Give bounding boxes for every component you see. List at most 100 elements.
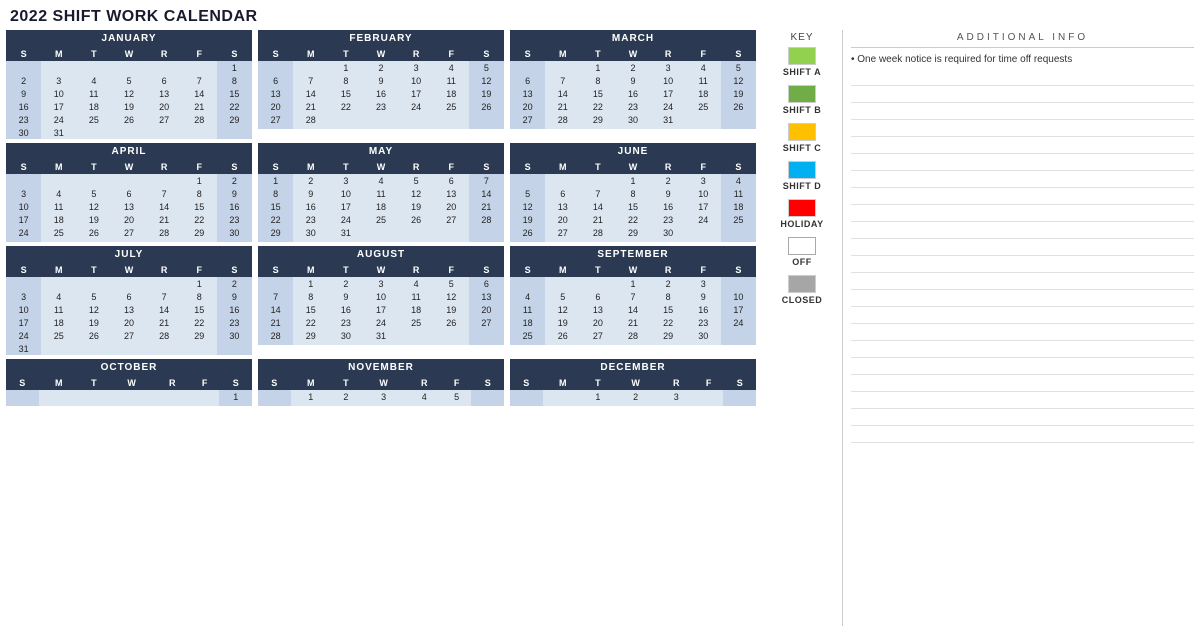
month-table-june: SMTWRFS123456789101112131415161718192021…: [510, 160, 756, 242]
table-row: 18192021222324: [510, 316, 756, 329]
table-row: 15161718192021: [258, 200, 504, 213]
month-table-october: SMTWRFS1: [6, 376, 252, 406]
month-table-december: SMTWRFS123: [510, 376, 756, 406]
table-row: 10111213141516: [6, 303, 252, 316]
month-block-september: SEPTEMBERSMTWRFS123456789101112131415161…: [510, 246, 756, 355]
table-row: 1234567: [258, 174, 504, 187]
info-line: [851, 375, 1194, 392]
key-color-box: [788, 199, 816, 217]
info-line: [851, 137, 1194, 154]
table-row: 14151617181920: [258, 303, 504, 316]
key-title: KEY: [790, 32, 813, 43]
additional-info-title: ADDITIONAL INFO: [851, 32, 1194, 48]
key-item-shift-c: SHIFT C: [783, 123, 822, 153]
key-item-label: SHIFT D: [783, 181, 822, 191]
key-item-label: HOLIDAY: [780, 219, 823, 229]
month-block-october: OCTOBERSMTWRFS1: [6, 359, 252, 406]
table-row: 17181920212223: [6, 213, 252, 226]
info-line: [851, 86, 1194, 103]
table-row: [510, 342, 756, 345]
table-row: 123456: [258, 277, 504, 290]
table-row: 3031: [6, 126, 252, 139]
table-row: 2728: [258, 113, 504, 126]
additional-info-note: • One week notice is required for time o…: [851, 52, 1194, 67]
table-row: 2345678: [6, 74, 252, 87]
table-row: 12345: [258, 390, 504, 403]
key-item-label: SHIFT C: [783, 143, 822, 153]
info-line: [851, 273, 1194, 290]
table-row: 3456789: [6, 187, 252, 200]
month-header-august: AUGUST: [258, 246, 504, 263]
month-table-august: SMTWRFS123456789101112131415161718192021…: [258, 263, 504, 345]
month-header-february: FEBRUARY: [258, 30, 504, 47]
month-table-april: SMTWRFS123456789101112131415161718192021…: [6, 160, 252, 242]
additional-info-panel: ADDITIONAL INFO • One week notice is req…: [842, 30, 1194, 626]
calendar-row-2: JULYSMTWRFS12345678910111213141516171819…: [6, 246, 756, 355]
info-line: [851, 239, 1194, 256]
month-header-november: NOVEMBER: [258, 359, 504, 376]
key-color-box: [788, 47, 816, 65]
table-row: 12: [6, 277, 252, 290]
table-row: 6789101112: [510, 74, 756, 87]
key-section: KEY SHIFT ASHIFT BSHIFT CSHIFT DHOLIDAYO…: [762, 30, 842, 626]
table-row: 12: [6, 174, 252, 187]
info-line: [851, 358, 1194, 375]
table-row: 10111213141516: [6, 200, 252, 213]
table-row: 24252627282930: [6, 226, 252, 239]
month-table-march: SMTWRFS123456789101112131415161718192021…: [510, 47, 756, 129]
table-row: 293031: [258, 226, 504, 239]
key-color-box: [788, 161, 816, 179]
table-row: 78910111213: [258, 290, 504, 303]
month-header-january: JANUARY: [6, 30, 252, 47]
key-color-box: [788, 123, 816, 141]
info-line: [851, 222, 1194, 239]
info-line: [851, 69, 1194, 86]
info-line: [851, 409, 1194, 426]
right-panel: KEY SHIFT ASHIFT BSHIFT CSHIFT DHOLIDAYO…: [762, 30, 1194, 626]
month-table-february: SMTWRFS123456789101112131415161718192021…: [258, 47, 504, 129]
table-row: 20212223242526: [258, 100, 504, 113]
table-row: [258, 342, 504, 345]
info-lines: [851, 69, 1194, 443]
table-row: 123: [510, 390, 756, 403]
month-table-july: SMTWRFS123456789101112131415161718192021…: [6, 263, 252, 355]
table-row: 13141516171819: [510, 87, 756, 100]
calendar-row-1: APRILSMTWRFS1234567891011121314151617181…: [6, 143, 756, 242]
table-row: [258, 126, 504, 129]
table-row: 16171819202122: [6, 100, 252, 113]
table-row: 567891011: [510, 187, 756, 200]
key-item-label: SHIFT B: [783, 105, 822, 115]
month-header-september: SEPTEMBER: [510, 246, 756, 263]
info-line: [851, 103, 1194, 120]
table-row: [510, 403, 756, 406]
month-block-january: JANUARYSMTWRFS12345678910111213141516171…: [6, 30, 252, 139]
key-item-label: OFF: [792, 257, 812, 267]
table-row: 12345: [258, 61, 504, 74]
info-line: [851, 205, 1194, 222]
month-block-february: FEBRUARYSMTWRFS1234567891011121314151617…: [258, 30, 504, 139]
table-row: 123: [510, 277, 756, 290]
key-item-closed: CLOSED: [782, 275, 823, 305]
month-table-january: SMTWRFS123456789101112131415161718192021…: [6, 47, 252, 139]
table-row: 17181920212223: [6, 316, 252, 329]
month-block-november: NOVEMBERSMTWRFS12345: [258, 359, 504, 406]
table-row: 11121314151617: [510, 303, 756, 316]
month-block-august: AUGUSTSMTWRFS123456789101112131415161718…: [258, 246, 504, 355]
table-row: 891011121314: [258, 187, 504, 200]
month-header-april: APRIL: [6, 143, 252, 160]
key-color-box: [788, 85, 816, 103]
table-row: [510, 239, 756, 242]
info-line: [851, 324, 1194, 341]
key-color-box: [788, 237, 816, 255]
info-line: [851, 120, 1194, 137]
table-row: 252627282930: [510, 329, 756, 342]
key-item-shift-d: SHIFT D: [783, 161, 822, 191]
key-color-box: [788, 275, 816, 293]
info-line: [851, 341, 1194, 358]
calendar-section: JANUARYSMTWRFS12345678910111213141516171…: [6, 30, 756, 626]
table-row: 20212223242526: [510, 100, 756, 113]
table-row: 19202122232425: [510, 213, 756, 226]
month-block-april: APRILSMTWRFS1234567891011121314151617181…: [6, 143, 252, 242]
calendar-row-0: JANUARYSMTWRFS12345678910111213141516171…: [6, 30, 756, 139]
table-row: [258, 239, 504, 242]
